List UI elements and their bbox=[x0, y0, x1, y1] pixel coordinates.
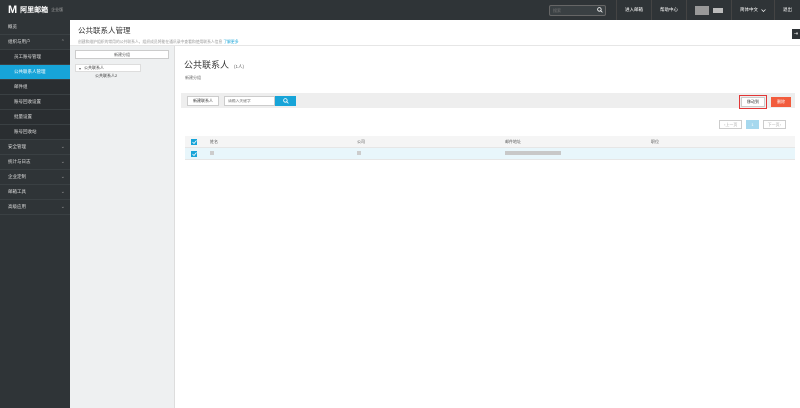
chevron-down-icon: ⌄ bbox=[60, 174, 65, 180]
select-all-checkbox[interactable] bbox=[191, 138, 197, 145]
logout-link[interactable]: 退出 bbox=[774, 0, 800, 20]
next-page-button[interactable]: 下一页 › bbox=[762, 120, 786, 129]
current-page[interactable]: 1 bbox=[746, 120, 759, 129]
column-header-title: 职位 bbox=[651, 138, 659, 144]
chevron-down-icon: ⌄ bbox=[60, 159, 65, 165]
caret-down-icon[interactable]: ▾ bbox=[79, 66, 81, 71]
collapse-panel-tab[interactable]: ⇥ bbox=[792, 29, 800, 39]
contacts-title: 公共联系人 (1人) bbox=[184, 60, 245, 70]
chevron-up-icon: ⌃ bbox=[60, 39, 65, 45]
sidebar-item-public-contacts[interactable]: 公共联系人管理 bbox=[0, 65, 70, 80]
logo-subtitle: 企业版 bbox=[51, 7, 64, 12]
cell-email-redacted bbox=[505, 151, 561, 156]
contact-count: (1人) bbox=[234, 64, 245, 69]
sidebar-item-batch-settings[interactable]: 批量设置 bbox=[0, 110, 70, 125]
logo-text: 阿里邮箱 bbox=[20, 7, 49, 14]
sidebar-item-customize[interactable]: 企业定制 ⌄ bbox=[0, 170, 70, 185]
language-label: 简体中文 bbox=[740, 7, 758, 12]
toolbar-actions: 移动到 删除 bbox=[739, 95, 791, 109]
sidebar-item-overview[interactable]: 概览 bbox=[0, 20, 70, 35]
column-header-email: 邮件地址 bbox=[505, 138, 521, 144]
avatar bbox=[695, 5, 709, 15]
tree-node-public-contacts-2[interactable]: 公共联系人2 bbox=[75, 72, 169, 80]
sidebar-item-recycle-bin[interactable]: 账号回收站 bbox=[0, 125, 70, 140]
help-center-link[interactable]: 帮助中心 bbox=[651, 0, 686, 20]
column-header-company: 公司 bbox=[357, 138, 365, 144]
sidebar-item-org-users[interactable]: 组织与用户 ⌃ bbox=[0, 35, 70, 50]
sidebar-item-advanced[interactable]: 高级应用 ⌄ bbox=[0, 200, 70, 215]
sidebar: 概览 组织与用户 ⌃ 员工账号管理 公共联系人管理 邮件组 账号回收设置 批量设置… bbox=[0, 20, 70, 408]
new-group-button[interactable]: 新建分组 bbox=[75, 50, 169, 59]
column-header-name: 姓名 bbox=[210, 138, 218, 144]
search-icon bbox=[282, 97, 289, 104]
contact-search bbox=[224, 95, 296, 106]
learn-more-link[interactable]: 了解更多 bbox=[223, 40, 238, 44]
sidebar-item-account-recycle-settings[interactable]: 账号回收设置 bbox=[0, 95, 70, 110]
search-icon[interactable] bbox=[594, 6, 605, 15]
check-icon bbox=[191, 139, 197, 144]
chevron-down-icon bbox=[761, 8, 766, 13]
contacts-table: 姓名 公司 邮件地址 职位 bbox=[185, 136, 795, 160]
tree-node-public-contacts[interactable]: ▾ 公共联系人 bbox=[75, 64, 141, 72]
cell-company-redacted bbox=[357, 151, 361, 156]
table-header-row: 姓名 公司 邮件地址 职位 bbox=[185, 136, 795, 148]
delete-button[interactable]: 删除 bbox=[771, 97, 791, 107]
move-to-button[interactable]: 移动到 bbox=[741, 97, 765, 107]
new-contact-button[interactable]: 新建联系人 bbox=[187, 95, 219, 106]
check-icon bbox=[191, 151, 197, 156]
contact-search-input[interactable] bbox=[224, 95, 275, 106]
sidebar-item-security[interactable]: 安全管理 ⌄ bbox=[0, 140, 70, 155]
enter-mailbox-link[interactable]: 进入邮箱 bbox=[616, 0, 651, 20]
user-area[interactable] bbox=[686, 0, 731, 20]
page-title: 公共联系人管理 bbox=[78, 26, 131, 35]
main-content: 公共联系人 (1人) 新建分组 新建联系人 移动到 删除 ‹ 上一页 1 下一页… bbox=[176, 46, 800, 408]
logo-mark: M bbox=[8, 4, 18, 16]
pagination: ‹ 上一页 1 下一页 › bbox=[719, 120, 786, 129]
cell-name-redacted bbox=[210, 151, 214, 156]
table-row[interactable] bbox=[185, 148, 795, 160]
sidebar-item-staff-accounts[interactable]: 员工账号管理 bbox=[0, 50, 70, 65]
sidebar-item-stats-logs[interactable]: 统计与日志 ⌄ bbox=[0, 155, 70, 170]
top-bar: M 阿里邮箱 企业版 进入邮箱 帮助中心 简体中文 退出 bbox=[0, 0, 800, 20]
top-search-input[interactable] bbox=[550, 5, 594, 15]
logo[interactable]: M 阿里邮箱 企业版 bbox=[0, 4, 70, 16]
search-button[interactable] bbox=[275, 95, 296, 106]
prev-page-button[interactable]: ‹ 上一页 bbox=[719, 120, 743, 129]
new-group-link[interactable]: 新建分组 bbox=[185, 75, 201, 81]
move-to-highlight: 移动到 bbox=[739, 95, 767, 109]
top-right-area: 进入邮箱 帮助中心 简体中文 退出 bbox=[549, 0, 800, 20]
chevron-down-icon: ⌄ bbox=[60, 189, 65, 195]
language-select[interactable]: 简体中文 bbox=[731, 0, 774, 20]
sidebar-item-mail-tools[interactable]: 邮箱工具 ⌄ bbox=[0, 185, 70, 200]
sidebar-item-mail-groups[interactable]: 邮件组 bbox=[0, 80, 70, 95]
top-search-box bbox=[549, 4, 606, 16]
row-checkbox[interactable] bbox=[191, 150, 197, 157]
toolbar: 新建联系人 移动到 删除 bbox=[181, 93, 795, 109]
group-tree-panel: 新建分组 ▾ 公共联系人 公共联系人2 bbox=[70, 46, 175, 408]
chevron-down-icon: ⌄ bbox=[60, 144, 65, 150]
page-header: 公共联系人管理 创建和维护组织的常用的公共联系人，组织成员将能在通讯录中查看和使… bbox=[70, 20, 800, 46]
page-description: 创建和维护组织的常用的公共联系人，组织成员将能在通讯录中查看和使用联系人信息 了… bbox=[78, 40, 239, 44]
user-name-redacted bbox=[713, 7, 723, 13]
chevron-down-icon: ⌄ bbox=[60, 204, 65, 210]
